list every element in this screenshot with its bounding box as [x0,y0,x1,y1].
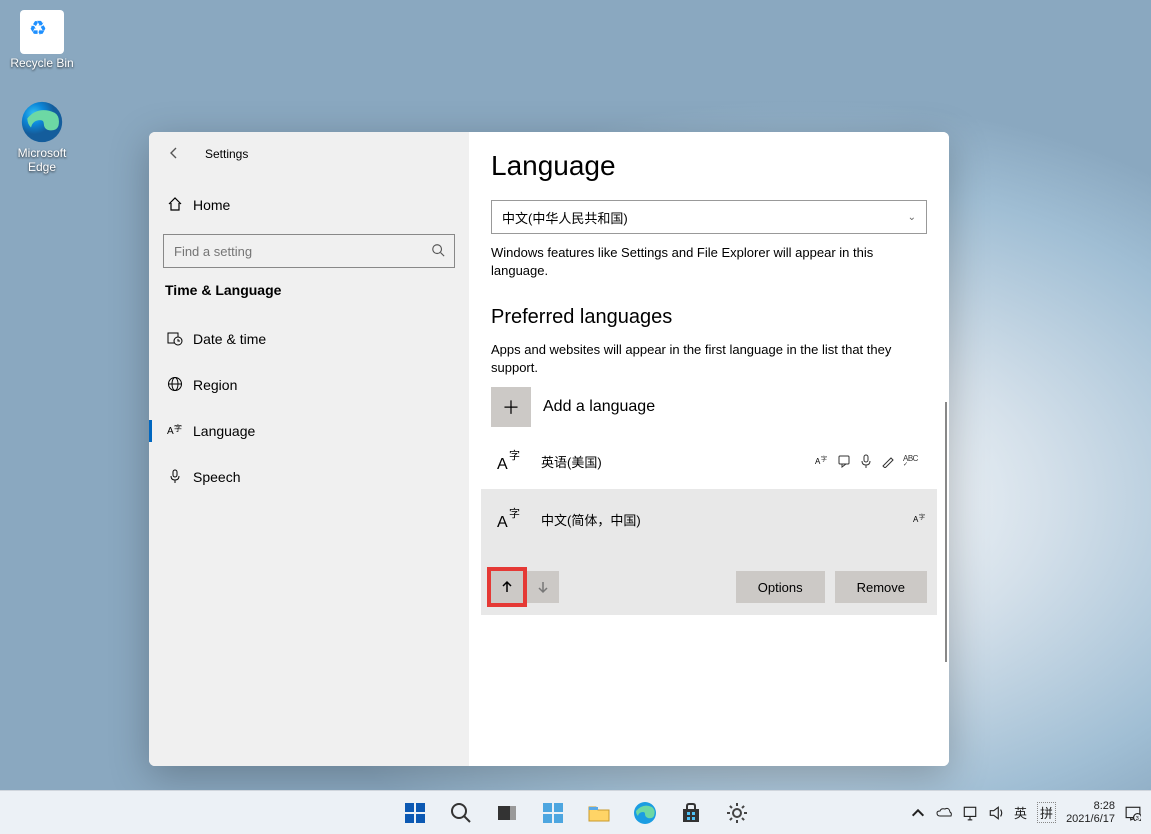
settings-sidebar: Settings Home Time & Language Date & tim… [149,132,469,766]
display-language-icon: A字 [913,512,927,526]
desktop-icon-edge[interactable]: Microsoft Edge [5,100,79,174]
options-button[interactable]: Options [736,571,825,603]
nav-label: Region [193,377,237,393]
nav-section-header: Time & Language [165,282,455,298]
svg-text:3: 3 [1136,815,1139,820]
taskbar-search[interactable] [442,794,480,832]
nav-date-time[interactable]: Date & time [163,316,455,362]
network-icon[interactable] [962,805,978,821]
widgets-button[interactable] [534,794,572,832]
edge-taskbar[interactable] [626,794,664,832]
display-language-description: Windows features like Settings and File … [491,244,911,280]
svg-text:字: 字 [919,513,925,521]
notifications-icon[interactable]: 3 [1125,805,1141,821]
arrow-up-icon [500,580,514,594]
language-name: 中文(简体，中国) [541,510,641,529]
language-item-chinese[interactable]: A字 中文(简体，中国) A字 Options Remove [481,489,937,615]
taskbar: 英 拼 8:28 2021/6/17 3 [0,790,1151,834]
recycle-bin-icon [20,10,64,54]
svg-text:A: A [497,514,508,531]
language-a-icon: A字 [491,441,531,481]
start-button[interactable] [396,794,434,832]
remove-button[interactable]: Remove [835,571,927,603]
add-language-label: Add a language [543,398,655,416]
search-container [163,234,455,268]
nav-label: Speech [193,469,240,485]
speech-recognition-icon [859,454,873,468]
back-button[interactable] [167,146,181,163]
nav-language[interactable]: A字 Language [163,408,455,454]
volume-icon[interactable] [988,805,1004,821]
svg-text:字: 字 [821,455,827,463]
svg-text:字: 字 [174,423,182,433]
display-language-icon: A字 [815,454,829,468]
move-down-button[interactable] [527,571,559,603]
language-name: 英语(美国) [541,452,602,471]
desktop-icon-recycle-bin[interactable]: Recycle Bin [5,10,79,70]
move-up-button[interactable] [491,571,523,603]
text-to-speech-icon [837,454,851,468]
settings-content: Language 中文(中华人民共和国) ⌄ Windows features … [469,132,949,766]
nav-home[interactable]: Home [163,182,455,228]
edge-icon [20,100,64,144]
chevron-down-icon: ⌄ [908,212,916,223]
ime-indicator[interactable]: 英 [1014,803,1027,822]
clock-date: 2021/6/17 [1066,813,1115,826]
store-taskbar[interactable] [672,794,710,832]
settings-window: Settings Home Time & Language Date & tim… [149,132,949,766]
svg-text:字: 字 [509,448,520,462]
dropdown-value: 中文(中华人民共和国) [502,208,628,227]
language-a-icon: A字 [491,499,531,539]
arrow-down-icon [536,580,550,594]
language-icon: A字 [167,422,193,441]
language-feature-icons: A字 ABC✓ [815,454,917,468]
language-item-english[interactable]: A字 英语(美国) A字 ABC✓ [491,433,927,489]
search-icon [431,243,445,260]
display-language-dropdown[interactable]: 中文(中华人民共和国) ⌄ [491,200,927,234]
page-heading: Language [491,150,927,182]
clock-time: 8:28 [1066,800,1115,813]
file-explorer[interactable] [580,794,618,832]
svg-text:A: A [497,456,508,473]
onedrive-icon[interactable] [936,805,952,821]
nav-label: Home [193,197,230,213]
svg-text:A: A [167,426,174,437]
add-language-button[interactable]: ＋ Add a language [491,387,927,427]
nav-region[interactable]: Region [163,362,455,408]
calendar-clock-icon [167,330,193,349]
tray-overflow-icon[interactable] [910,805,926,821]
search-input[interactable] [163,234,455,268]
nav-label: Date & time [193,331,266,347]
spell-check-icon: ABC✓ [903,454,917,468]
desktop-icon-label: Recycle Bin [5,56,79,70]
microphone-icon [167,468,193,487]
desktop-icon-label: Microsoft Edge [5,146,79,174]
scrollbar[interactable] [945,402,947,662]
language-feature-icons: A字 [913,512,927,526]
globe-icon [167,376,193,395]
nav-label: Language [193,423,255,439]
svg-text:字: 字 [509,506,520,520]
settings-taskbar[interactable] [718,794,756,832]
preferred-languages-description: Apps and websites will appear in the fir… [491,341,911,377]
plus-icon: ＋ [491,387,531,427]
home-icon [167,196,193,215]
ime-mode[interactable]: 拼 [1037,802,1056,823]
window-title: Settings [205,147,248,161]
preferred-languages-heading: Preferred languages [491,306,927,329]
task-view[interactable] [488,794,526,832]
taskbar-clock[interactable]: 8:28 2021/6/17 [1066,800,1115,826]
handwriting-icon [881,454,895,468]
nav-speech[interactable]: Speech [163,454,455,500]
